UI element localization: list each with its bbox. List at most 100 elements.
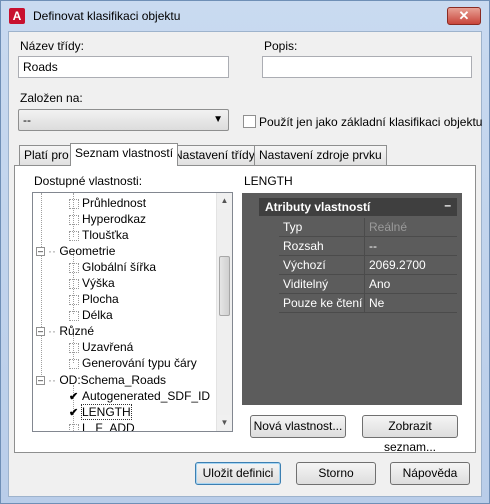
close-button[interactable]: ✕ xyxy=(447,7,481,25)
tree-item[interactable]: L_F_ADD xyxy=(69,421,135,432)
unchecked-box-icon xyxy=(69,214,79,225)
selected-property-title: LENGTH xyxy=(244,174,293,188)
based-on-select[interactable]: -- ▼ xyxy=(18,109,229,131)
scroll-down-icon[interactable]: ▼ xyxy=(217,415,232,431)
checkmark-icon: ✔ xyxy=(69,407,79,420)
cancel-button[interactable]: Storno xyxy=(296,462,376,485)
unchecked-box-icon xyxy=(69,230,79,241)
unchecked-box-icon xyxy=(69,310,79,321)
tree-item-label: LENGTH xyxy=(81,404,132,420)
attribute-row-range[interactable]: Rozsah -- xyxy=(279,237,457,256)
scroll-up-icon[interactable]: ▲ xyxy=(217,193,232,209)
save-definition-button[interactable]: Uložit definici xyxy=(195,462,281,485)
tree-group-label: Geometrie xyxy=(59,244,116,258)
attribute-key: Výchozí xyxy=(283,258,326,272)
column-divider xyxy=(364,256,365,275)
scroll-thumb[interactable] xyxy=(219,256,230,316)
attributes-header-label: Atributy vlastností xyxy=(265,200,371,214)
description-input[interactable] xyxy=(262,56,472,78)
tree-item[interactable]: Generování typu čáry xyxy=(69,356,197,372)
attribute-value: Reálné xyxy=(369,220,408,234)
dropdown-arrow-icon: ▼ xyxy=(213,114,223,125)
tree-item-label: Hyperodkaz xyxy=(82,212,147,226)
attribute-row-type[interactable]: Typ Reálné xyxy=(279,218,457,237)
tree-group[interactable]: – ·· Geometrie xyxy=(36,244,115,260)
collapse-icon[interactable]: – xyxy=(444,198,451,212)
tree-scrollbar[interactable]: ▲ ▼ xyxy=(216,193,232,431)
unchecked-box-icon xyxy=(69,358,79,369)
attribute-key: Rozsah xyxy=(283,239,324,253)
column-divider xyxy=(364,218,365,237)
collapse-icon[interactable]: – xyxy=(36,247,45,257)
collapse-icon[interactable]: – xyxy=(36,327,45,337)
tree-item-label: L_F_ADD xyxy=(82,421,135,432)
attribute-value: Ne xyxy=(369,296,385,310)
show-list-button[interactable]: Zobrazit seznam... xyxy=(362,415,458,454)
tree-group-label: OD:Schema_Roads xyxy=(59,373,167,387)
available-properties-label: Dostupné vlastnosti: xyxy=(34,174,143,188)
tree-group-label: Různé xyxy=(59,324,95,338)
class-name-label: Název třídy: xyxy=(20,39,85,53)
description-label: Popis: xyxy=(264,39,298,53)
attribute-row-read-only[interactable]: Pouze ke čtení Ne xyxy=(279,294,457,313)
use-as-base-checkbox[interactable] xyxy=(243,115,256,128)
use-as-base-label: Použít jen jako základní klasifikaci obj… xyxy=(259,115,483,129)
column-divider xyxy=(364,237,365,256)
tree-item-label: Výška xyxy=(82,276,115,290)
tree-item-label: Globální šířka xyxy=(82,260,157,274)
dialog-window: A Definovat klasifikaci objektu ✕ Název … xyxy=(0,0,490,504)
tree-group[interactable]: – ·· Různé xyxy=(36,324,94,340)
tree-item[interactable]: Délka xyxy=(69,308,113,324)
class-name-input[interactable]: Roads xyxy=(18,56,229,78)
property-attributes-panel: Atributy vlastností – Typ Reálné Rozsah … xyxy=(242,193,462,405)
tree-item[interactable]: Výška xyxy=(69,276,115,292)
unchecked-box-icon xyxy=(69,294,79,305)
tab-applies-to[interactable]: Platí pro xyxy=(19,145,74,165)
unchecked-box-icon xyxy=(69,262,79,273)
title-bar[interactable]: A Definovat klasifikaci objektu ✕ xyxy=(1,1,489,31)
column-divider xyxy=(364,294,365,313)
tab-feature-source-settings[interactable]: Nastavení zdroje prvku xyxy=(254,145,387,165)
collapse-icon[interactable]: – xyxy=(36,376,45,386)
tree-item-label: Generování typu čáry xyxy=(82,356,197,370)
tree-item-label: Uzavřená xyxy=(82,340,134,354)
checkmark-icon: ✔ xyxy=(69,391,79,404)
unchecked-box-icon xyxy=(69,198,79,209)
unchecked-box-icon xyxy=(69,423,79,431)
attribute-key: Viditelný xyxy=(283,277,329,291)
tab-property-list[interactable]: Seznam vlastností xyxy=(70,143,179,166)
based-on-label: Založen na: xyxy=(20,91,83,105)
tree-item[interactable]: Hyperodkaz xyxy=(69,212,146,228)
attribute-key: Typ xyxy=(283,220,303,234)
help-button[interactable]: Nápověda xyxy=(390,462,470,485)
tree-item[interactable]: Globální šířka xyxy=(69,260,156,276)
tree-item-label: Tloušťka xyxy=(82,228,129,242)
tree-item-label: Průhlednost xyxy=(82,196,147,210)
unchecked-box-icon xyxy=(69,342,79,353)
autocad-app-icon: A xyxy=(9,8,25,24)
tree-item[interactable]: Uzavřená xyxy=(69,340,133,356)
tree-item-label: Autogenerated_SDF_ID xyxy=(82,389,211,403)
tree-item-label: Délka xyxy=(82,308,113,322)
tree-item-label: Plocha xyxy=(82,292,119,306)
attributes-header[interactable]: Atributy vlastností – xyxy=(259,198,457,216)
attribute-row-visible[interactable]: Viditelný Ano xyxy=(279,275,457,294)
attribute-row-default[interactable]: Výchozí 2069.2700 xyxy=(279,256,457,275)
tree-line xyxy=(41,193,42,383)
attribute-value: Ano xyxy=(369,277,391,291)
attribute-key: Pouze ke čtení xyxy=(283,296,363,310)
tree-item[interactable]: Průhlednost xyxy=(69,196,146,212)
tree-item[interactable]: ✔ Autogenerated_SDF_ID xyxy=(69,389,210,405)
based-on-value: -- xyxy=(23,113,31,127)
properties-tree[interactable]: Průhlednost Hyperodkaz Tloušťka – ·· Geom… xyxy=(32,192,233,432)
attribute-value: 2069.2700 xyxy=(369,258,426,272)
column-divider xyxy=(364,275,365,294)
tree-item-selected[interactable]: ✔ LENGTH xyxy=(69,404,132,421)
tree-item[interactable]: Plocha xyxy=(69,292,119,308)
new-property-button[interactable]: Nová vlastnost... xyxy=(250,415,346,438)
attribute-value: -- xyxy=(369,239,377,253)
unchecked-box-icon xyxy=(69,278,79,289)
tab-class-settings[interactable]: Nastavení třídy xyxy=(169,145,260,165)
tree-group[interactable]: – ·· OD:Schema_Roads xyxy=(36,373,166,389)
tree-item[interactable]: Tloušťka xyxy=(69,228,129,244)
